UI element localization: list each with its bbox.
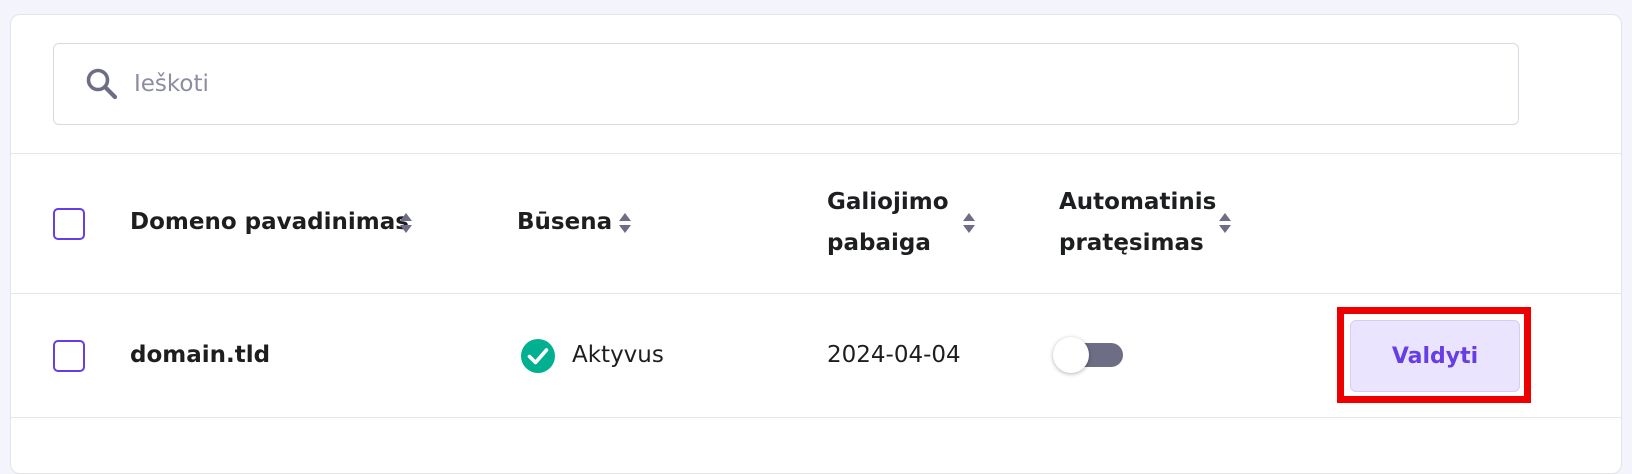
header-divider (11, 153, 1621, 154)
check-circle-icon (521, 339, 555, 373)
domain-name: domain.tld (130, 342, 271, 368)
select-all-checkbox[interactable] (53, 208, 85, 240)
column-header-domain-name-label: Domeno pavadinimas (130, 209, 409, 235)
search-icon (86, 68, 118, 100)
column-header-auto-renew-line2: pratęsimas (1059, 230, 1204, 256)
column-header-domain-name[interactable]: Domeno pavadinimas (130, 202, 409, 243)
sort-icon[interactable] (618, 212, 632, 234)
row-divider (11, 293, 1621, 294)
column-header-expiry[interactable]: Galiojimo pabaiga (827, 182, 949, 264)
column-header-auto-renew[interactable]: Automatinis pratęsimas (1059, 182, 1216, 264)
column-header-status[interactable]: Būsena (517, 202, 612, 243)
manage-button[interactable]: Valdyti (1350, 320, 1520, 392)
sort-icon[interactable] (962, 212, 976, 234)
sort-icon[interactable] (1218, 212, 1232, 234)
auto-renew-toggle[interactable] (1053, 337, 1123, 373)
search-input[interactable] (134, 64, 1494, 104)
row-select-checkbox[interactable] (53, 340, 85, 372)
status-label: Aktyvus (572, 342, 664, 368)
column-header-expiry-line2: pabaiga (827, 230, 931, 256)
expiry-date: 2024-04-04 (827, 342, 961, 368)
column-header-auto-renew-line1: Automatinis (1059, 189, 1217, 215)
row-divider (11, 417, 1621, 418)
domains-card: Domeno pavadinimas Būsena Galiojimo paba… (10, 14, 1622, 474)
column-header-status-label: Būsena (517, 209, 613, 235)
column-header-expiry-line1: Galiojimo (827, 189, 949, 215)
sort-icon[interactable] (399, 212, 413, 234)
toggle-knob (1053, 337, 1089, 373)
search-box[interactable] (53, 43, 1519, 125)
